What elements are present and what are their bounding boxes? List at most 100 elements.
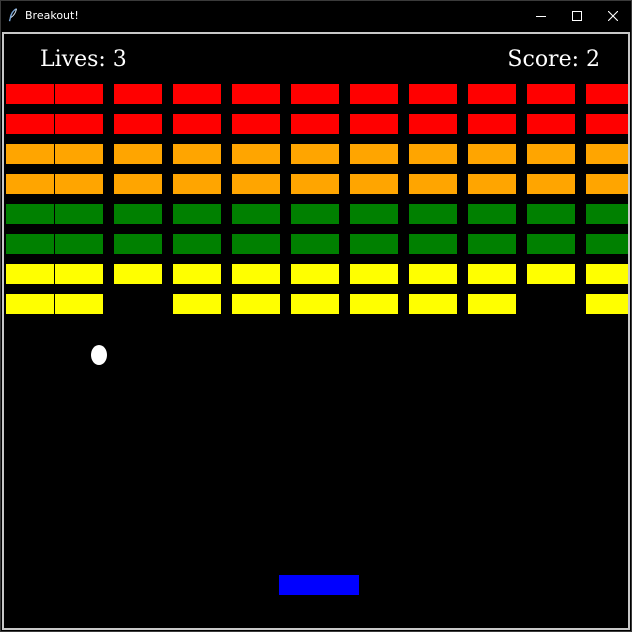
brick-red	[409, 114, 457, 134]
brick-orange	[468, 174, 516, 194]
brick-red	[468, 84, 516, 104]
brick-orange	[350, 174, 398, 194]
minimize-button[interactable]	[523, 1, 559, 31]
brick-red	[468, 114, 516, 134]
brick-orange	[6, 144, 54, 164]
brick-orange	[55, 174, 103, 194]
title-bar[interactable]: Breakout!	[1, 1, 631, 31]
brick-green	[586, 204, 628, 224]
brick-green	[232, 234, 280, 254]
brick-orange	[291, 144, 339, 164]
brick-green	[173, 204, 221, 224]
brick-yellow	[55, 264, 103, 284]
brick-yellow	[173, 264, 221, 284]
brick-green	[409, 204, 457, 224]
feather-icon	[8, 8, 17, 22]
brick-orange	[409, 174, 457, 194]
brick-green	[55, 204, 103, 224]
brick-red	[291, 84, 339, 104]
brick-yellow	[6, 294, 54, 314]
brick-yellow	[350, 264, 398, 284]
brick-green	[55, 234, 103, 254]
brick-red	[527, 84, 575, 104]
brick-red	[350, 84, 398, 104]
brick-green	[114, 204, 162, 224]
brick-yellow	[468, 264, 516, 284]
brick-green	[586, 234, 628, 254]
brick-orange	[114, 174, 162, 194]
brick-orange	[409, 144, 457, 164]
brick-red	[6, 84, 54, 104]
brick-red	[586, 114, 628, 134]
brick-yellow	[468, 294, 516, 314]
brick-orange	[173, 144, 221, 164]
brick-green	[173, 234, 221, 254]
brick-orange	[232, 174, 280, 194]
lives-counter: Lives: 3	[40, 47, 127, 72]
brick-green	[468, 234, 516, 254]
brick-yellow	[291, 294, 339, 314]
brick-red	[409, 84, 457, 104]
brick-yellow	[291, 264, 339, 284]
brick-orange	[586, 174, 628, 194]
game-window: Breakout! Lives: 3 Score: 2	[0, 0, 632, 632]
brick-green	[350, 204, 398, 224]
brick-green	[6, 234, 54, 254]
brick-green	[291, 234, 339, 254]
brick-red	[55, 114, 103, 134]
brick-yellow	[232, 264, 280, 284]
maximize-button[interactable]	[559, 1, 595, 31]
brick-green	[350, 234, 398, 254]
brick-yellow	[232, 294, 280, 314]
brick-yellow	[350, 294, 398, 314]
brick-yellow	[409, 294, 457, 314]
brick-yellow	[114, 264, 162, 284]
brick-orange	[55, 144, 103, 164]
brick-orange	[527, 174, 575, 194]
ball	[91, 345, 107, 365]
brick-orange	[6, 174, 54, 194]
brick-yellow	[6, 264, 54, 284]
brick-green	[409, 234, 457, 254]
brick-orange	[114, 144, 162, 164]
game-canvas[interactable]: Lives: 3 Score: 2	[2, 32, 630, 630]
brick-green	[468, 204, 516, 224]
brick-red	[6, 114, 54, 134]
maximize-icon	[572, 11, 582, 21]
brick-red	[173, 84, 221, 104]
brick-green	[527, 234, 575, 254]
brick-green	[232, 204, 280, 224]
brick-orange	[291, 174, 339, 194]
brick-red	[114, 114, 162, 134]
window-title: Breakout!	[25, 9, 79, 22]
brick-red	[527, 114, 575, 134]
brick-orange	[232, 144, 280, 164]
brick-red	[350, 114, 398, 134]
brick-green	[6, 204, 54, 224]
close-icon	[608, 11, 618, 21]
brick-yellow	[586, 294, 628, 314]
brick-orange	[350, 144, 398, 164]
brick-red	[232, 114, 280, 134]
brick-orange	[468, 144, 516, 164]
close-button[interactable]	[595, 1, 631, 31]
brick-yellow	[527, 264, 575, 284]
score-counter: Score: 2	[507, 47, 600, 72]
brick-green	[114, 234, 162, 254]
brick-orange	[586, 144, 628, 164]
brick-red	[232, 84, 280, 104]
brick-red	[173, 114, 221, 134]
brick-red	[291, 114, 339, 134]
brick-yellow	[586, 264, 628, 284]
paddle[interactable]	[279, 575, 359, 595]
minimize-icon	[536, 16, 546, 17]
brick-yellow	[173, 294, 221, 314]
brick-orange	[527, 144, 575, 164]
brick-orange	[173, 174, 221, 194]
brick-yellow	[55, 294, 103, 314]
brick-red	[586, 84, 628, 104]
brick-green	[527, 204, 575, 224]
brick-red	[114, 84, 162, 104]
brick-yellow	[409, 264, 457, 284]
brick-red	[55, 84, 103, 104]
